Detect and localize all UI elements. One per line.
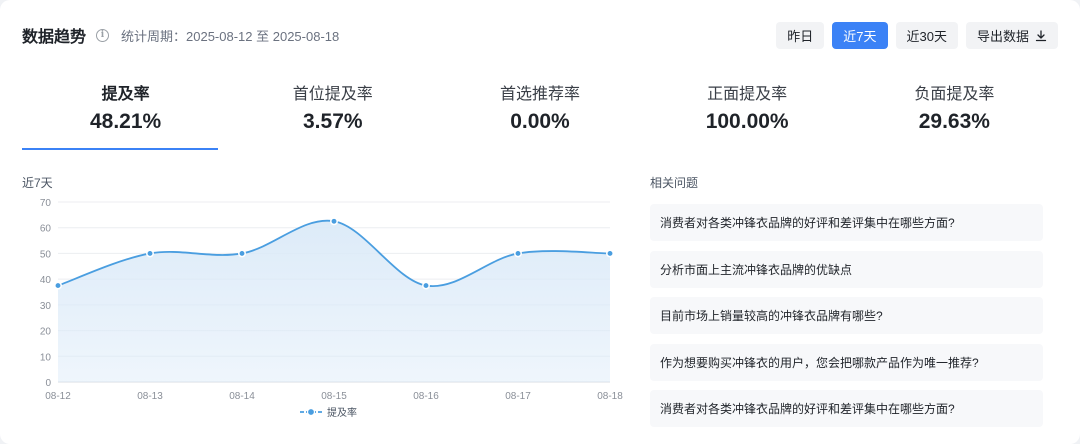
x-tick-label: 08-18: [597, 391, 623, 402]
question-item[interactable]: 作为想要购买冲锋衣的用户，您会把哪款产品作为唯一推荐?: [650, 343, 1043, 381]
metrics-tabs: 提及率 48.21% 首位提及率 3.57% 首选推荐率 0.00% 正面提及率…: [22, 78, 1058, 150]
yesterday-button[interactable]: 昨日: [776, 22, 825, 49]
x-tick-label: 08-15: [321, 391, 347, 402]
data-trend-card: 数据趋势 i 统计周期：2025-08-12 至 2025-08-18 昨日 近…: [0, 0, 1080, 444]
range-buttons: 昨日 近7天 近30天 导出数据: [776, 22, 1058, 49]
data-point: [146, 249, 154, 258]
question-item[interactable]: 目前市场上销量较高的冲锋衣品牌有哪些?: [650, 297, 1043, 334]
metric-label: 负面提及率: [914, 86, 995, 103]
data-point: [330, 217, 338, 226]
x-tick-label: 08-14: [229, 391, 255, 402]
x-tick-label: 08-17: [505, 391, 531, 402]
x-tick-label: 08-16: [413, 391, 439, 402]
metric-value: 48.21%: [89, 110, 162, 133]
question-item[interactable]: 消费者对各类冲锋衣品牌的好评和差评集中在哪些方面?: [650, 390, 1043, 427]
y-tick-label: 30: [40, 301, 52, 312]
trend-chart: 0 10 20 30 40 50 60 70 08-12 08-13 08-14 08-15 08-16…: [40, 198, 623, 419]
question-item[interactable]: 消费者对各类冲锋衣品牌的好评和差评集中在哪些方面?: [650, 204, 1043, 241]
metric-label: 正面提及率: [707, 86, 788, 103]
download-icon: [1035, 29, 1047, 41]
y-tick-label: 50: [40, 249, 52, 260]
related-questions-list: 消费者对各类冲锋衣品牌的好评和差评集中在哪些方面? 分析市面上主流冲锋衣品牌的优…: [650, 204, 1043, 437]
data-point: [54, 281, 62, 290]
metric-value: 3.57%: [303, 110, 363, 133]
y-tick-label: 20: [40, 327, 52, 338]
active-tab-underline: [22, 148, 218, 150]
period-text: 统计周期：2025-08-12 至 2025-08-18: [121, 28, 340, 44]
data-point: [514, 249, 522, 258]
legend-label: 提及率: [327, 406, 357, 419]
metric-label: 首位提及率: [292, 86, 373, 103]
data-point: [238, 249, 246, 258]
last30-button[interactable]: 近30天: [895, 22, 958, 49]
metric-label: 提及率: [101, 86, 150, 103]
related-questions-title: 相关问题: [650, 176, 699, 190]
legend-marker: [306, 407, 316, 417]
x-tick-label: 08-12: [45, 391, 71, 402]
page-title: 数据趋势: [22, 29, 87, 46]
metric-value: 29.63%: [918, 110, 990, 133]
question-item[interactable]: 分析市面上主流冲锋衣品牌的优缺点: [650, 250, 1043, 288]
y-tick-label: 10: [40, 352, 52, 363]
y-tick-label: 60: [40, 224, 52, 235]
info-icon[interactable]: i: [96, 28, 110, 42]
card-header: 数据趋势 i 统计周期：2025-08-12 至 2025-08-18: [22, 22, 339, 48]
metric-tab-preferred-rate[interactable]: 首选推荐率 0.00%: [436, 78, 643, 150]
export-button[interactable]: 导出数据: [965, 22, 1058, 49]
y-tick-label: 40: [40, 275, 52, 286]
metric-tab-mention-rate[interactable]: 提及率 48.21%: [22, 78, 229, 150]
metric-tab-first-mention-rate[interactable]: 首位提及率 3.57%: [229, 78, 436, 150]
metric-tab-positive-rate[interactable]: 正面提及率 100.00%: [644, 78, 851, 150]
y-tick-label: 0: [45, 378, 51, 389]
x-tick-label: 08-13: [137, 391, 163, 402]
export-label: 导出数据: [976, 29, 1029, 44]
metric-tab-negative-rate[interactable]: 负面提及率 29.63%: [851, 78, 1058, 150]
last7-button[interactable]: 近7天: [832, 22, 888, 49]
metric-value: 100.00%: [705, 110, 789, 133]
data-point: [422, 281, 430, 290]
data-point: [606, 249, 614, 258]
metric-label: 首选推荐率: [499, 86, 580, 103]
chart-range-label: 近7天: [22, 176, 53, 190]
metric-value: 0.00%: [510, 110, 570, 133]
series-area: [58, 220, 610, 382]
y-tick-label: 70: [40, 198, 52, 209]
